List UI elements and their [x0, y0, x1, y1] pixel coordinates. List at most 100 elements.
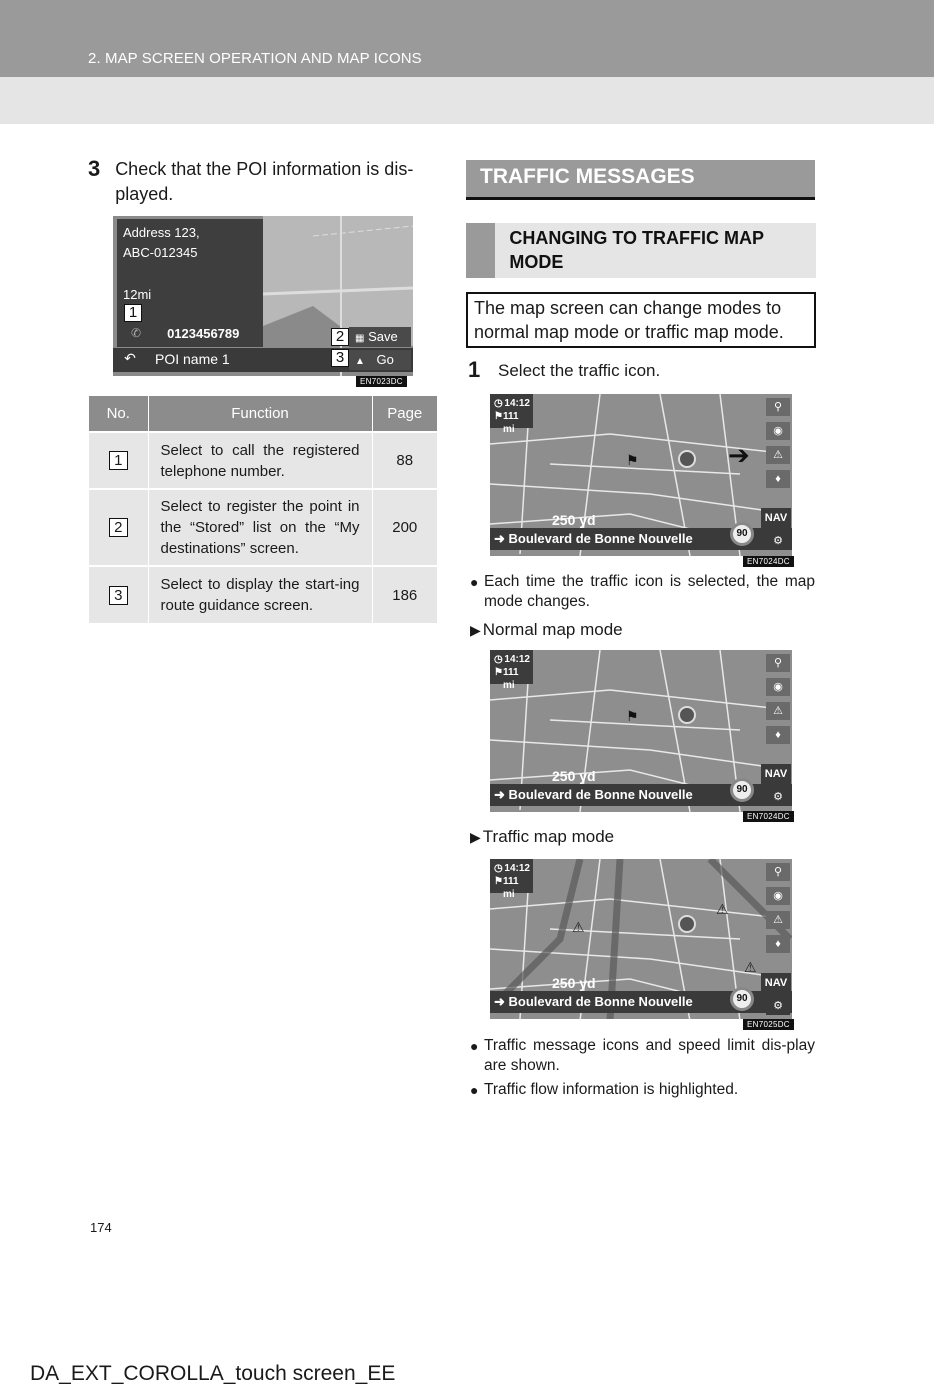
page-number: 174	[90, 1220, 112, 1235]
image-code: EN7024DC	[743, 811, 794, 822]
nav-button[interactable]: NAV	[761, 973, 791, 993]
compass-button[interactable]: ◉	[766, 422, 790, 440]
clock-icon: ◷	[494, 863, 503, 874]
zoom-magnifier-icon: ⚲	[773, 866, 783, 878]
go-label: Go	[376, 352, 394, 367]
poi-name: POI name 1	[155, 351, 230, 367]
save-button[interactable]: ▦ Save	[349, 327, 411, 347]
nav-screen-traffic: ◷ 14:12 ⚑ 111 mi 250 yd ➜ Boulevard de Bon…	[490, 859, 792, 1019]
back-button[interactable]: ↶	[115, 350, 145, 370]
poi-icon: ♦	[775, 729, 781, 741]
header-page: Page	[372, 396, 437, 432]
settings-button[interactable]: ⚙	[766, 997, 790, 1015]
callout-3: 3	[331, 349, 349, 367]
image-code: EN7024DC	[743, 556, 794, 567]
traffic-button[interactable]: ⚠	[766, 911, 790, 929]
row-number: 1	[108, 451, 128, 470]
section-title: 2. MAP SCREEN OPERATION AND MAP ICONS	[88, 50, 422, 67]
poi-button[interactable]: ♦	[766, 726, 790, 744]
street-name: Boulevard de Bonne Nouvelle	[508, 994, 693, 1009]
step-text: Check that the POI information is dis-pl…	[115, 159, 414, 204]
bullet-mode-changes: ● Each time the traffic icon is selected…	[470, 573, 815, 610]
remaining-distance: 111 mi	[502, 876, 519, 900]
arrival-time: 14:12	[504, 654, 530, 665]
compass-icon: ◉	[773, 425, 783, 437]
nav-screen-normal: ◷ 14:12 ⚑ 111 mi 250 yd ➜ Boulevard de Bon…	[490, 650, 792, 812]
image-code: EN7025DC	[743, 1019, 794, 1030]
zoom-magnifier-icon: ⚲	[773, 657, 783, 669]
nav-button[interactable]: NAV	[761, 508, 791, 528]
traffic-warning-icon: ⚠	[773, 914, 783, 926]
compass-button[interactable]: ◉	[766, 887, 790, 905]
bullet-traffic-icons: ● Traffic message icons and speed limit …	[470, 1037, 815, 1074]
address-line2: ABC-012345	[123, 245, 198, 260]
function-table: No. Function Page 1 Select to call the r…	[89, 396, 437, 623]
zoom-magnifier-icon: ⚲	[773, 401, 783, 413]
step-text: Select the traffic icon.	[498, 361, 661, 380]
row-page: 186	[372, 565, 437, 623]
phone-icon: ✆	[131, 326, 142, 340]
poi-button[interactable]: ♦	[766, 470, 790, 488]
table-row: 1 Select to call the registered telephon…	[89, 431, 437, 489]
direction-arrow-icon: ➜	[494, 531, 505, 546]
table-row: 2 Select to register the point in the “S…	[89, 488, 437, 566]
row-function: Select to call the registered telephone …	[148, 431, 373, 489]
turn-distance: 250 yd	[552, 975, 596, 991]
row-number: 3	[108, 585, 128, 605]
sub-header-title: CHANGING TO TRAFFIC MAP MODE	[509, 228, 764, 272]
trip-info-box: ◷ 14:12 ⚑ 111 mi	[490, 859, 533, 900]
poi-icon: ♦	[775, 473, 781, 485]
step-number: 1	[468, 357, 481, 382]
street-name: Boulevard de Bonne Nouvelle	[508, 787, 693, 802]
zoom-button[interactable]: ⚲	[766, 398, 790, 416]
zoom-button[interactable]: ⚲	[766, 863, 790, 881]
header-function: Function	[148, 396, 373, 432]
destination-flag-icon: ⚑	[626, 452, 639, 468]
row-function: Select to register the point in the “Sto…	[148, 488, 373, 566]
table-row: 3 Select to display the start-ing route …	[89, 565, 437, 623]
vehicle-position-icon	[678, 450, 696, 468]
compass-icon: ◉	[773, 681, 783, 693]
row-page: 88	[372, 431, 437, 489]
header-band: 2. MAP SCREEN OPERATION AND MAP ICONS	[0, 0, 934, 77]
sub-header: CHANGING TO TRAFFIC MAP MODE	[466, 223, 816, 278]
callout-2: 2	[331, 328, 349, 346]
speed-limit-sign: 90	[730, 778, 754, 802]
vehicle-position-icon	[678, 915, 696, 933]
bullet-traffic-flow: ● Traffic flow information is highlighte…	[470, 1081, 739, 1098]
settings-button[interactable]: ⚙	[766, 532, 790, 550]
traffic-warning-icon: ⚠	[773, 449, 783, 461]
speed-limit-sign: 90	[730, 987, 754, 1011]
nav-button[interactable]: NAV	[761, 764, 791, 784]
traffic-warning-icon: ⚠	[572, 919, 585, 935]
gear-icon: ⚙	[773, 791, 783, 803]
settings-button[interactable]: ⚙	[766, 788, 790, 806]
clock-icon: ◷	[494, 654, 503, 665]
row-function: Select to display the start-ing route gu…	[148, 565, 373, 623]
direction-arrow-icon: ➜	[494, 994, 505, 1009]
zoom-button[interactable]: ⚲	[766, 654, 790, 672]
poi-button[interactable]: ♦	[766, 935, 790, 953]
trip-info-box: ◷ 14:12 ⚑ 111 mi	[490, 650, 533, 691]
callout-1: 1	[124, 304, 142, 322]
navigate-icon: ▲	[355, 356, 365, 367]
flag-icon: ⚑	[494, 667, 503, 678]
traffic-warning-icon: ⚠	[773, 705, 783, 717]
compass-button[interactable]: ◉	[766, 678, 790, 696]
phone-button[interactable]: ✆ 0123456789	[117, 322, 263, 344]
header-no: No.	[89, 396, 149, 432]
remaining-distance: 111 mi	[502, 411, 519, 435]
clock-icon: ◷	[494, 398, 503, 409]
flag-icon: ⚑	[494, 411, 503, 422]
traffic-button[interactable]: ⚠	[766, 446, 790, 464]
compass-icon: ◉	[773, 890, 783, 902]
poi-distance: 12mi	[123, 287, 152, 302]
traffic-button[interactable]: ⚠	[766, 702, 790, 720]
phone-number: 0123456789	[167, 325, 240, 341]
go-button[interactable]: ▲ Go	[349, 350, 411, 370]
subheader-band	[0, 77, 934, 124]
triangle-right-icon: ▶	[470, 828, 481, 845]
turn-distance: 250 yd	[552, 512, 596, 528]
traffic-warning-icon: ⚠	[716, 901, 729, 917]
image-code: EN7023DC	[356, 376, 407, 387]
